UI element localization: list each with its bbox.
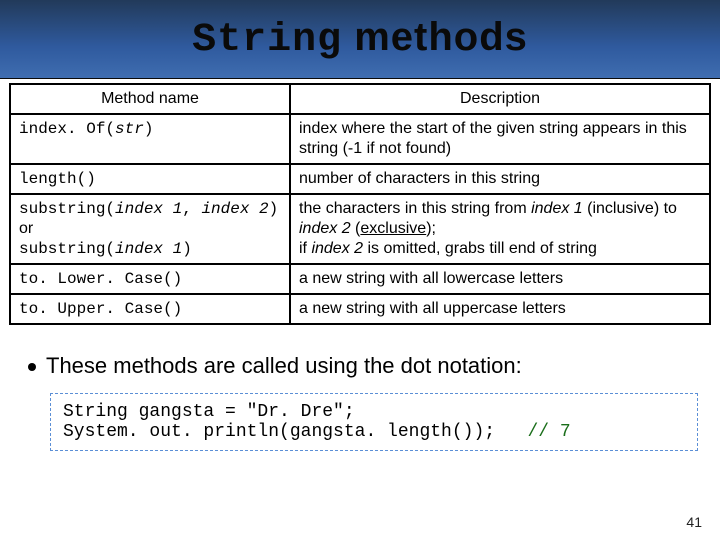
slide-title: String methods [192,15,528,63]
table-header-row: Method name Description [10,84,710,114]
method-cell: to. Upper. Case() [10,294,290,324]
bullet-icon [28,363,36,371]
bullet-text: These methods are called using the dot n… [46,353,522,378]
desc-cell: number of characters in this string [290,164,710,194]
bullet-line: These methods are called using the dot n… [28,353,720,379]
table-row: index. Of(str) index where the start of … [10,114,710,164]
code-comment: // 7 [527,422,570,442]
page-number: 41 [686,514,702,530]
title-mono: String [192,18,342,63]
method-cell: length() [10,164,290,194]
desc-cell: a new string with all lowercase letters [290,264,710,294]
table-row: substring(index 1, index 2)orsubstring(i… [10,194,710,264]
table-row: length() number of characters in this st… [10,164,710,194]
method-cell: index. Of(str) [10,114,290,164]
desc-cell: index where the start of the given strin… [290,114,710,164]
code-line-1: String gangsta = "Dr. Dre"; [63,402,685,422]
col-desc: Description [290,84,710,114]
code-example: String gangsta = "Dr. Dre"; System. out.… [50,393,698,451]
method-cell: substring(index 1, index 2)orsubstring(i… [10,194,290,264]
desc-cell: a new string with all uppercase letters [290,294,710,324]
title-rest: methods [342,15,528,59]
code-line-2-code: System. out. println(gangsta. length()); [63,422,495,442]
col-method: Method name [10,84,290,114]
method-cell: to. Lower. Case() [10,264,290,294]
desc-cell: the characters in this string from index… [290,194,710,264]
code-line-2: System. out. println(gangsta. length());… [63,422,685,442]
title-bar: String methods [0,0,720,79]
methods-table: Method name Description index. Of(str) i… [9,83,711,325]
table-row: to. Lower. Case() a new string with all … [10,264,710,294]
table-row: to. Upper. Case() a new string with all … [10,294,710,324]
slide: String methods Method name Description i… [0,0,720,540]
